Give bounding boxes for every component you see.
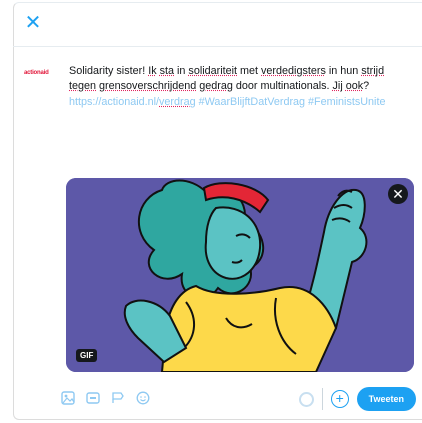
compose-actions: + Tweeten xyxy=(298,386,416,412)
yellow-shirt xyxy=(160,284,338,372)
tweet-text-segment[interactable]: verdrag xyxy=(159,96,196,108)
tweet-button[interactable]: Tweeten xyxy=(356,387,416,411)
poll-icon[interactable] xyxy=(110,390,126,406)
add-tweet-button[interactable]: + xyxy=(330,390,349,408)
gif-icon[interactable] xyxy=(85,390,101,406)
avatar: actionaid xyxy=(24,70,49,76)
tweet-text-segment: grensoverschrijdend xyxy=(99,80,197,93)
gif-badge: GIF xyxy=(76,349,98,362)
tweet-text-segment: gedrag xyxy=(199,80,233,93)
tweet-text-segment: tegen xyxy=(69,80,97,93)
character-count-ring xyxy=(298,391,314,407)
tweet-text-segment: met xyxy=(237,65,262,77)
tweet-text-segment[interactable]: #WaarBlijftDatVerdrag #FeministsUnite xyxy=(199,96,386,108)
tweet-text-segment: ook xyxy=(345,80,364,93)
remove-gif-button[interactable]: ✕ xyxy=(388,184,408,204)
emoji-icon[interactable] xyxy=(135,390,151,406)
gif-illustration xyxy=(66,178,414,372)
close-dialog-button[interactable]: ✕ xyxy=(20,12,46,36)
tweet-text-segment: door multinationals. xyxy=(232,80,333,93)
tweet-text-segment: in hun xyxy=(325,65,362,77)
tweet-text-segment: sta xyxy=(159,65,175,77)
tweet-text-segment: in xyxy=(174,65,189,77)
tweet-text-segment: Jij xyxy=(332,80,343,93)
tweet-text-segment: ? xyxy=(363,80,370,93)
actions-divider xyxy=(321,388,323,410)
tweet-text-segment: Ik xyxy=(148,65,157,77)
tweet-text-segment: strijd xyxy=(361,65,385,77)
header-divider xyxy=(13,46,422,47)
tweet-compose-textarea[interactable]: Solidarity sister! Ik sta in solidaritei… xyxy=(69,64,407,110)
tweet-text-segment: solidariteit xyxy=(188,65,238,77)
image-icon[interactable] xyxy=(60,390,76,406)
compose-toolbar xyxy=(60,390,151,410)
tweet-text-segment[interactable]: https://actionaid.nl/ xyxy=(69,96,159,108)
gif-attachment: ✕ GIF xyxy=(66,178,414,372)
tweet-text-segment: verdedigsters xyxy=(261,65,326,77)
tweet-text-segment: Solidarity sister! xyxy=(69,65,149,77)
